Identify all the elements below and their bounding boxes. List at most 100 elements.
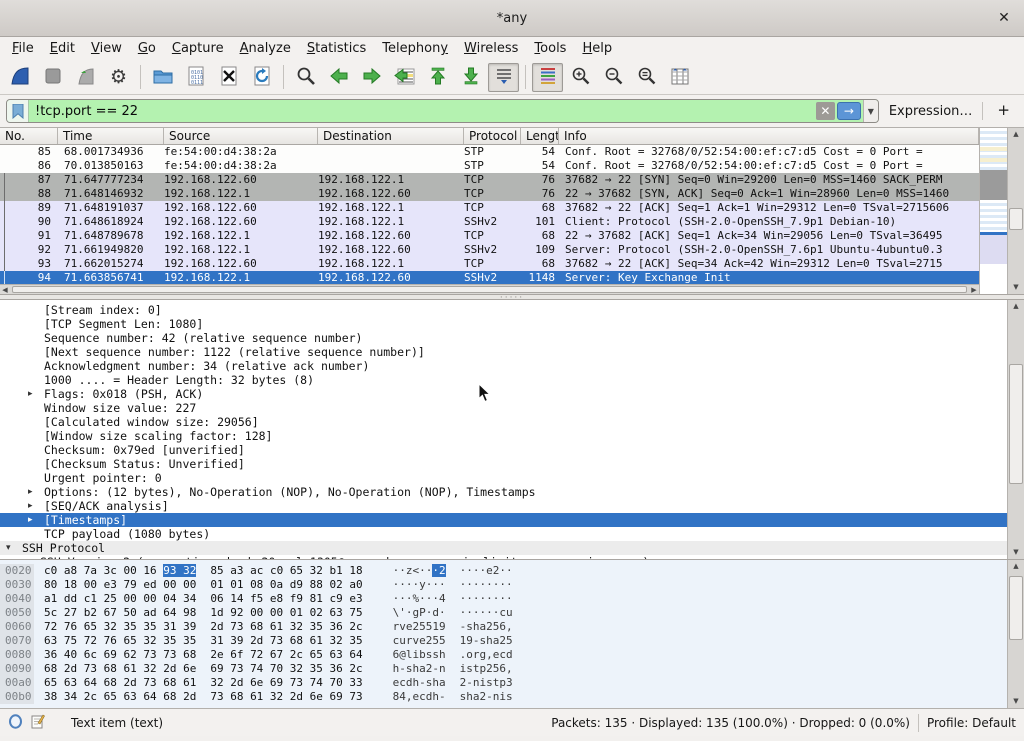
start-capture-button[interactable]: [4, 63, 35, 92]
go-to-packet-button[interactable]: [389, 63, 420, 92]
column-header-length[interactable]: Length: [521, 128, 559, 144]
go-first-button[interactable]: [422, 63, 453, 92]
stop-capture-button[interactable]: [37, 63, 68, 92]
detail-line[interactable]: [Calculated window size: 29056]: [0, 415, 1007, 429]
collapsed-arrow-icon[interactable]: ▸: [28, 485, 33, 499]
menu-edit[interactable]: Edit: [42, 39, 83, 58]
vscroll-up-icon[interactable]: ▲: [1008, 560, 1024, 573]
packet-row-85[interactable]: 8568.001734936fe:54:00:d4:38:2aSTP54Conf…: [0, 145, 979, 159]
detail-line[interactable]: 1000 .... = Header Length: 32 bytes (8): [0, 373, 1007, 387]
expression-button[interactable]: Expression…: [885, 104, 977, 119]
collapsed-arrow-icon[interactable]: ▸: [24, 555, 29, 559]
go-forward-button[interactable]: [356, 63, 387, 92]
hex-row[interactable]: 00b038 34 2c 65 63 64 68 2d73 68 61 32 2…: [0, 690, 1007, 704]
hex-row[interactable]: 00505c 27 b2 67 50 ad 64 981d 92 00 00 0…: [0, 606, 1007, 620]
packet-row-87[interactable]: 8771.647777234192.168.122.60192.168.122.…: [0, 173, 979, 187]
column-header-source[interactable]: Source: [164, 128, 318, 144]
detail-line[interactable]: ▾SSH Protocol: [0, 541, 1007, 555]
column-header-destination[interactable]: Destination: [318, 128, 464, 144]
close-window-button[interactable]: ✕: [994, 8, 1014, 28]
collapsed-arrow-icon[interactable]: ▸: [28, 499, 33, 513]
detail-line[interactable]: [TCP Segment Len: 1080]: [0, 317, 1007, 331]
hex-row[interactable]: 006072 76 65 32 35 35 31 392d 73 68 61 3…: [0, 620, 1007, 634]
hscroll-left-icon[interactable]: ◀: [0, 285, 10, 295]
close-file-button[interactable]: [213, 63, 244, 92]
column-header-protocol[interactable]: Protocol: [464, 128, 521, 144]
menu-help[interactable]: Help: [574, 39, 620, 58]
menu-file[interactable]: File: [4, 39, 42, 58]
detail-line[interactable]: Acknowledgment number: 34 (relative ack …: [0, 359, 1007, 373]
packet-row-94[interactable]: 9471.663856741192.168.122.1192.168.122.6…: [0, 271, 979, 284]
packet-row-86[interactable]: 8670.013850163fe:54:00:d4:38:2aSTP54Conf…: [0, 159, 979, 173]
detail-line[interactable]: [Stream index: 0]: [0, 303, 1007, 317]
detail-line[interactable]: ▸SSH Version 2 (encryption:chacha20-poly…: [0, 555, 1007, 559]
capture-comment-icon[interactable]: [31, 714, 45, 732]
detail-line[interactable]: ▸[Timestamps]: [0, 513, 1007, 527]
display-filter-field[interactable]: !tcp.port == 22 ✕ → ▼: [6, 99, 879, 123]
collapsed-arrow-icon[interactable]: ▸: [28, 387, 33, 401]
column-header-info[interactable]: Info: [559, 128, 979, 144]
detail-line[interactable]: ▸Flags: 0x018 (PSH, ACK): [0, 387, 1007, 401]
go-last-button[interactable]: [455, 63, 486, 92]
hex-vscrollbar[interactable]: ▲ ▼: [1007, 560, 1024, 708]
collapsed-arrow-icon[interactable]: ▸: [28, 513, 33, 527]
packet-row-91[interactable]: 9171.648789678192.168.122.1192.168.122.6…: [0, 229, 979, 243]
hex-row[interactable]: 0040a1 dd c1 25 00 00 04 3406 14 f5 e8 f…: [0, 592, 1007, 606]
detail-line[interactable]: ▸[SEQ/ACK analysis]: [0, 499, 1007, 513]
restart-capture-button[interactable]: [70, 63, 101, 92]
column-header-time[interactable]: Time: [58, 128, 164, 144]
column-header-no[interactable]: No.: [0, 128, 58, 144]
menu-statistics[interactable]: Statistics: [299, 39, 374, 58]
packet-row-88[interactable]: 8871.648146932192.168.122.1192.168.122.6…: [0, 187, 979, 201]
zoom-reset-button[interactable]: [631, 63, 662, 92]
display-filter-input[interactable]: !tcp.port == 22: [29, 104, 816, 119]
detail-line[interactable]: Window size value: 227: [0, 401, 1007, 415]
vscroll-thumb[interactable]: [1009, 576, 1023, 640]
packet-row-90[interactable]: 9071.648618924192.168.122.60192.168.122.…: [0, 215, 979, 229]
vscroll-thumb[interactable]: [1009, 208, 1023, 230]
hex-row[interactable]: 00a065 63 64 68 2d 73 68 6132 2d 6e 69 7…: [0, 676, 1007, 690]
intelligent-scrollbar-minimap[interactable]: [979, 128, 1007, 294]
zoom-in-button[interactable]: [565, 63, 596, 92]
menu-capture[interactable]: Capture: [164, 39, 232, 58]
menu-telephony[interactable]: Telephony: [374, 39, 456, 58]
packet-row-93[interactable]: 9371.662015274192.168.122.60192.168.122.…: [0, 257, 979, 271]
menu-wireless[interactable]: Wireless: [456, 39, 526, 58]
resize-columns-button[interactable]: [664, 63, 695, 92]
hex-row[interactable]: 0020c0 a8 7a 3c 00 16 93 3285 a3 ac c0 6…: [0, 564, 1007, 578]
detail-vscrollbar[interactable]: ▲ ▼: [1007, 300, 1024, 559]
hex-row[interactable]: 008036 40 6c 69 62 73 73 682e 6f 72 67 2…: [0, 648, 1007, 662]
detail-line[interactable]: Urgent pointer: 0: [0, 471, 1007, 485]
detail-line[interactable]: TCP payload (1080 bytes): [0, 527, 1007, 541]
detail-line[interactable]: Sequence number: 42 (relative sequence n…: [0, 331, 1007, 345]
zoom-out-button[interactable]: [598, 63, 629, 92]
packet-list-hscrollbar[interactable]: ◀ ▶: [0, 284, 979, 294]
expanded-arrow-icon[interactable]: ▾: [6, 541, 11, 555]
detail-line[interactable]: [Checksum Status: Unverified]: [0, 457, 1007, 471]
menu-go[interactable]: Go: [130, 39, 164, 58]
filter-apply-icon[interactable]: →: [837, 102, 861, 120]
hscroll-thumb[interactable]: [12, 286, 967, 293]
vscroll-down-icon[interactable]: ▼: [1008, 695, 1024, 708]
auto-scroll-button[interactable]: [488, 63, 519, 92]
filter-dropdown-icon[interactable]: ▼: [863, 100, 878, 122]
go-back-button[interactable]: [323, 63, 354, 92]
open-file-button[interactable]: [147, 63, 178, 92]
hscroll-right-icon[interactable]: ▶: [969, 285, 979, 295]
vscroll-down-icon[interactable]: ▼: [1008, 546, 1024, 559]
detail-line[interactable]: ▸Options: (12 bytes), No-Operation (NOP)…: [0, 485, 1007, 499]
vscroll-up-icon[interactable]: ▲: [1008, 300, 1024, 313]
detail-line[interactable]: [Window size scaling factor: 128]: [0, 429, 1007, 443]
packet-row-89[interactable]: 8971.648191037192.168.122.60192.168.122.…: [0, 201, 979, 215]
hex-row[interactable]: 003080 18 00 e3 79 ed 00 0001 01 08 0a d…: [0, 578, 1007, 592]
find-packet-button[interactable]: [290, 63, 321, 92]
filter-clear-icon[interactable]: ✕: [816, 102, 835, 120]
vscroll-thumb[interactable]: [1009, 364, 1023, 484]
hscroll-track[interactable]: [10, 285, 969, 294]
vscroll-down-icon[interactable]: ▼: [1008, 281, 1024, 294]
expert-info-icon[interactable]: [8, 714, 23, 732]
hex-row[interactable]: 007063 75 72 76 65 32 35 3531 39 2d 73 6…: [0, 634, 1007, 648]
detail-line[interactable]: [Next sequence number: 1122 (relative se…: [0, 345, 1007, 359]
filter-bookmark-icon[interactable]: [7, 100, 29, 122]
hex-row[interactable]: 009068 2d 73 68 61 32 2d 6e69 73 74 70 3…: [0, 662, 1007, 676]
